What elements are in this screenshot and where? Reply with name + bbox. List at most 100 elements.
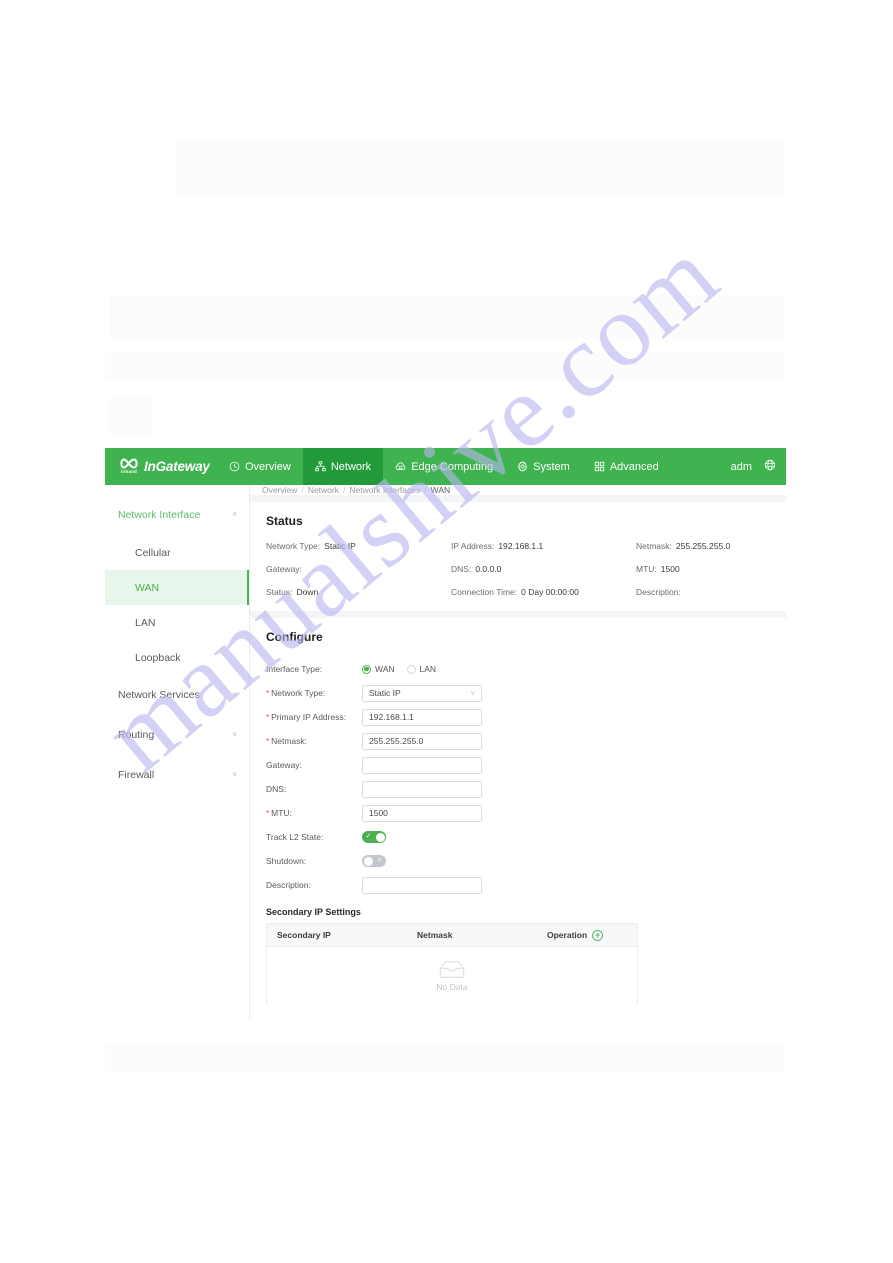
- form-row-dns: DNS:: [266, 777, 770, 801]
- nav-item-label: System: [533, 460, 570, 473]
- gateway-label: Gateway:: [266, 760, 302, 770]
- secondary-ip-table-header: Secondary IP Netmask Operation +: [267, 924, 637, 947]
- status-field-key: IP Address:: [451, 541, 495, 551]
- nav-item-edge-computing[interactable]: Edge Computing: [383, 448, 505, 485]
- sidebar-group-label: Routing: [118, 729, 155, 741]
- dns-label: DNS:: [266, 784, 287, 794]
- status-field-value: Static IP: [324, 541, 356, 551]
- status-field-key: Connection Time:: [451, 587, 518, 597]
- netmask-input[interactable]: 255.255.255.0: [362, 732, 482, 750]
- sidebar-group-label: Network Services: [118, 689, 200, 701]
- column-header-netmask: Netmask: [417, 930, 453, 940]
- radio-dot-icon: [362, 664, 371, 674]
- secondary-ip-title: Secondary IP Settings: [266, 907, 361, 917]
- status-field-key: DNS:: [451, 564, 472, 574]
- status-field-key: MTU:: [636, 564, 657, 574]
- nav-item-advanced[interactable]: Advanced: [582, 448, 671, 485]
- status-field-network-type: Network Type: Static IP: [266, 541, 451, 551]
- globe-icon[interactable]: [764, 458, 776, 476]
- network-type-label-text: Network Type:: [271, 688, 326, 698]
- required-marker: *: [266, 689, 270, 698]
- nav-item-overview[interactable]: Overview: [217, 448, 303, 485]
- speedometer-icon: [229, 461, 240, 472]
- sidebar-group-firewall[interactable]: Firewall ˅: [105, 755, 249, 795]
- status-field-netmask: Netmask: 255.255.255.0: [636, 541, 770, 551]
- close-icon: ✕: [376, 857, 383, 864]
- breadcrumb-item-wan: WAN: [430, 485, 451, 495]
- configure-card: Configure Interface Type: WAN LAN * Netw…: [250, 618, 786, 1018]
- chevron-down-icon: ˅: [232, 770, 237, 779]
- sidebar-item-lan[interactable]: LAN: [105, 605, 249, 640]
- radio-label: WAN: [375, 664, 395, 674]
- document-placeholder-block: [110, 295, 785, 339]
- sidebar-item-label: Loopback: [135, 651, 181, 664]
- brand-logo[interactable]: inhand InGateway: [105, 458, 217, 475]
- status-field-key: Status:: [266, 587, 293, 597]
- nav-item-label: Edge Computing: [411, 460, 494, 473]
- top-navigation-bar: inhand InGateway Overview Network Edge C…: [105, 448, 786, 485]
- radio-wan[interactable]: WAN: [362, 664, 395, 674]
- status-field-value: 255.255.255.0: [675, 541, 731, 551]
- status-field-key: Netmask:: [636, 541, 672, 551]
- form-row-netmask: * Netmask: 255.255.255.0: [266, 729, 770, 753]
- gateway-input[interactable]: [362, 756, 482, 774]
- sitemap-icon: [315, 461, 326, 472]
- sidebar-group-routing[interactable]: Routing ˅: [105, 715, 249, 755]
- status-field-connection-time: Connection Time: 0 Day 00:00:00: [451, 587, 636, 597]
- secondary-ip-table: Secondary IP Netmask Operation + No Data: [266, 923, 638, 1005]
- form-row-description: Description:: [266, 873, 770, 897]
- breadcrumb-item-network-interfaces[interactable]: Network Interfaces: [349, 485, 420, 495]
- shutdown-toggle[interactable]: ✕: [362, 855, 386, 867]
- breadcrumb-item-overview[interactable]: Overview: [262, 485, 297, 495]
- nav-item-network[interactable]: Network: [302, 448, 384, 485]
- nav-item-label: Network: [330, 460, 372, 473]
- document-placeholder-block: [175, 140, 785, 197]
- interface-type-label: Interface Type:: [266, 664, 323, 674]
- status-field-key: Gateway:: [266, 564, 302, 574]
- configure-title: Configure: [266, 630, 323, 644]
- status-field-key: Description:: [636, 587, 681, 597]
- track-l2-toggle[interactable]: ✓: [362, 831, 386, 843]
- column-header-operation: Operation +: [547, 929, 637, 941]
- status-grid: Network Type: Static IP IP Address: 192.16…: [266, 541, 770, 597]
- sidebar-item-label: WAN: [135, 581, 160, 594]
- sidebar-group-network-services[interactable]: Network Services ˅: [105, 675, 249, 715]
- gear-icon: [517, 461, 528, 472]
- network-type-select[interactable]: Static IP ˅: [362, 684, 482, 702]
- empty-box-icon: [438, 960, 466, 980]
- status-field-value: 0 Day 00:00:00: [521, 587, 579, 597]
- chevron-down-icon: ˅: [470, 688, 475, 698]
- nav-item-system[interactable]: System: [505, 448, 582, 485]
- sidebar-item-loopback[interactable]: Loopback: [105, 640, 249, 675]
- check-icon: ✓: [365, 833, 372, 840]
- dns-input[interactable]: [362, 780, 482, 798]
- required-marker: *: [266, 809, 270, 818]
- radio-lan[interactable]: LAN: [406, 664, 436, 674]
- empty-state-text: No Data: [436, 982, 468, 992]
- sidebar-item-cellular[interactable]: Cellular: [105, 535, 249, 570]
- mtu-label: * MTU:: [266, 808, 362, 818]
- document-placeholder-block: [105, 352, 785, 382]
- plus-circle-icon[interactable]: +: [592, 929, 604, 941]
- user-menu[interactable]: adm: [731, 461, 752, 473]
- primary-ip-input[interactable]: 192.168.1.1: [362, 708, 482, 726]
- netmask-label-text: Netmask:: [271, 736, 308, 746]
- breadcrumb-item-network[interactable]: Network: [308, 485, 339, 495]
- infinity-logo-icon: inhand: [119, 458, 139, 475]
- column-header-secondary-ip: Secondary IP: [277, 930, 331, 940]
- description-input[interactable]: [362, 876, 482, 894]
- sidebar-group-network-interface[interactable]: Network Interface ˄: [105, 495, 249, 535]
- form-row-primary-ip: * Primary IP Address: 192.168.1.1: [266, 705, 770, 729]
- secondary-ip-empty-state: No Data: [267, 947, 637, 1005]
- status-field-value: Down: [296, 587, 319, 597]
- primary-ip-label: * Primary IP Address:: [266, 712, 362, 722]
- breadcrumb-separator: /: [301, 485, 304, 495]
- sidebar-item-wan[interactable]: WAN: [105, 570, 249, 605]
- required-marker: *: [266, 713, 270, 722]
- primary-ip-label-text: Primary IP Address:: [271, 712, 347, 722]
- network-type-label: * Network Type:: [266, 688, 362, 698]
- grid-squares-icon: [594, 461, 605, 472]
- form-row-interface-type: Interface Type: WAN LAN: [266, 657, 770, 681]
- mtu-input[interactable]: 1500: [362, 804, 482, 822]
- form-row-gateway: Gateway:: [266, 753, 770, 777]
